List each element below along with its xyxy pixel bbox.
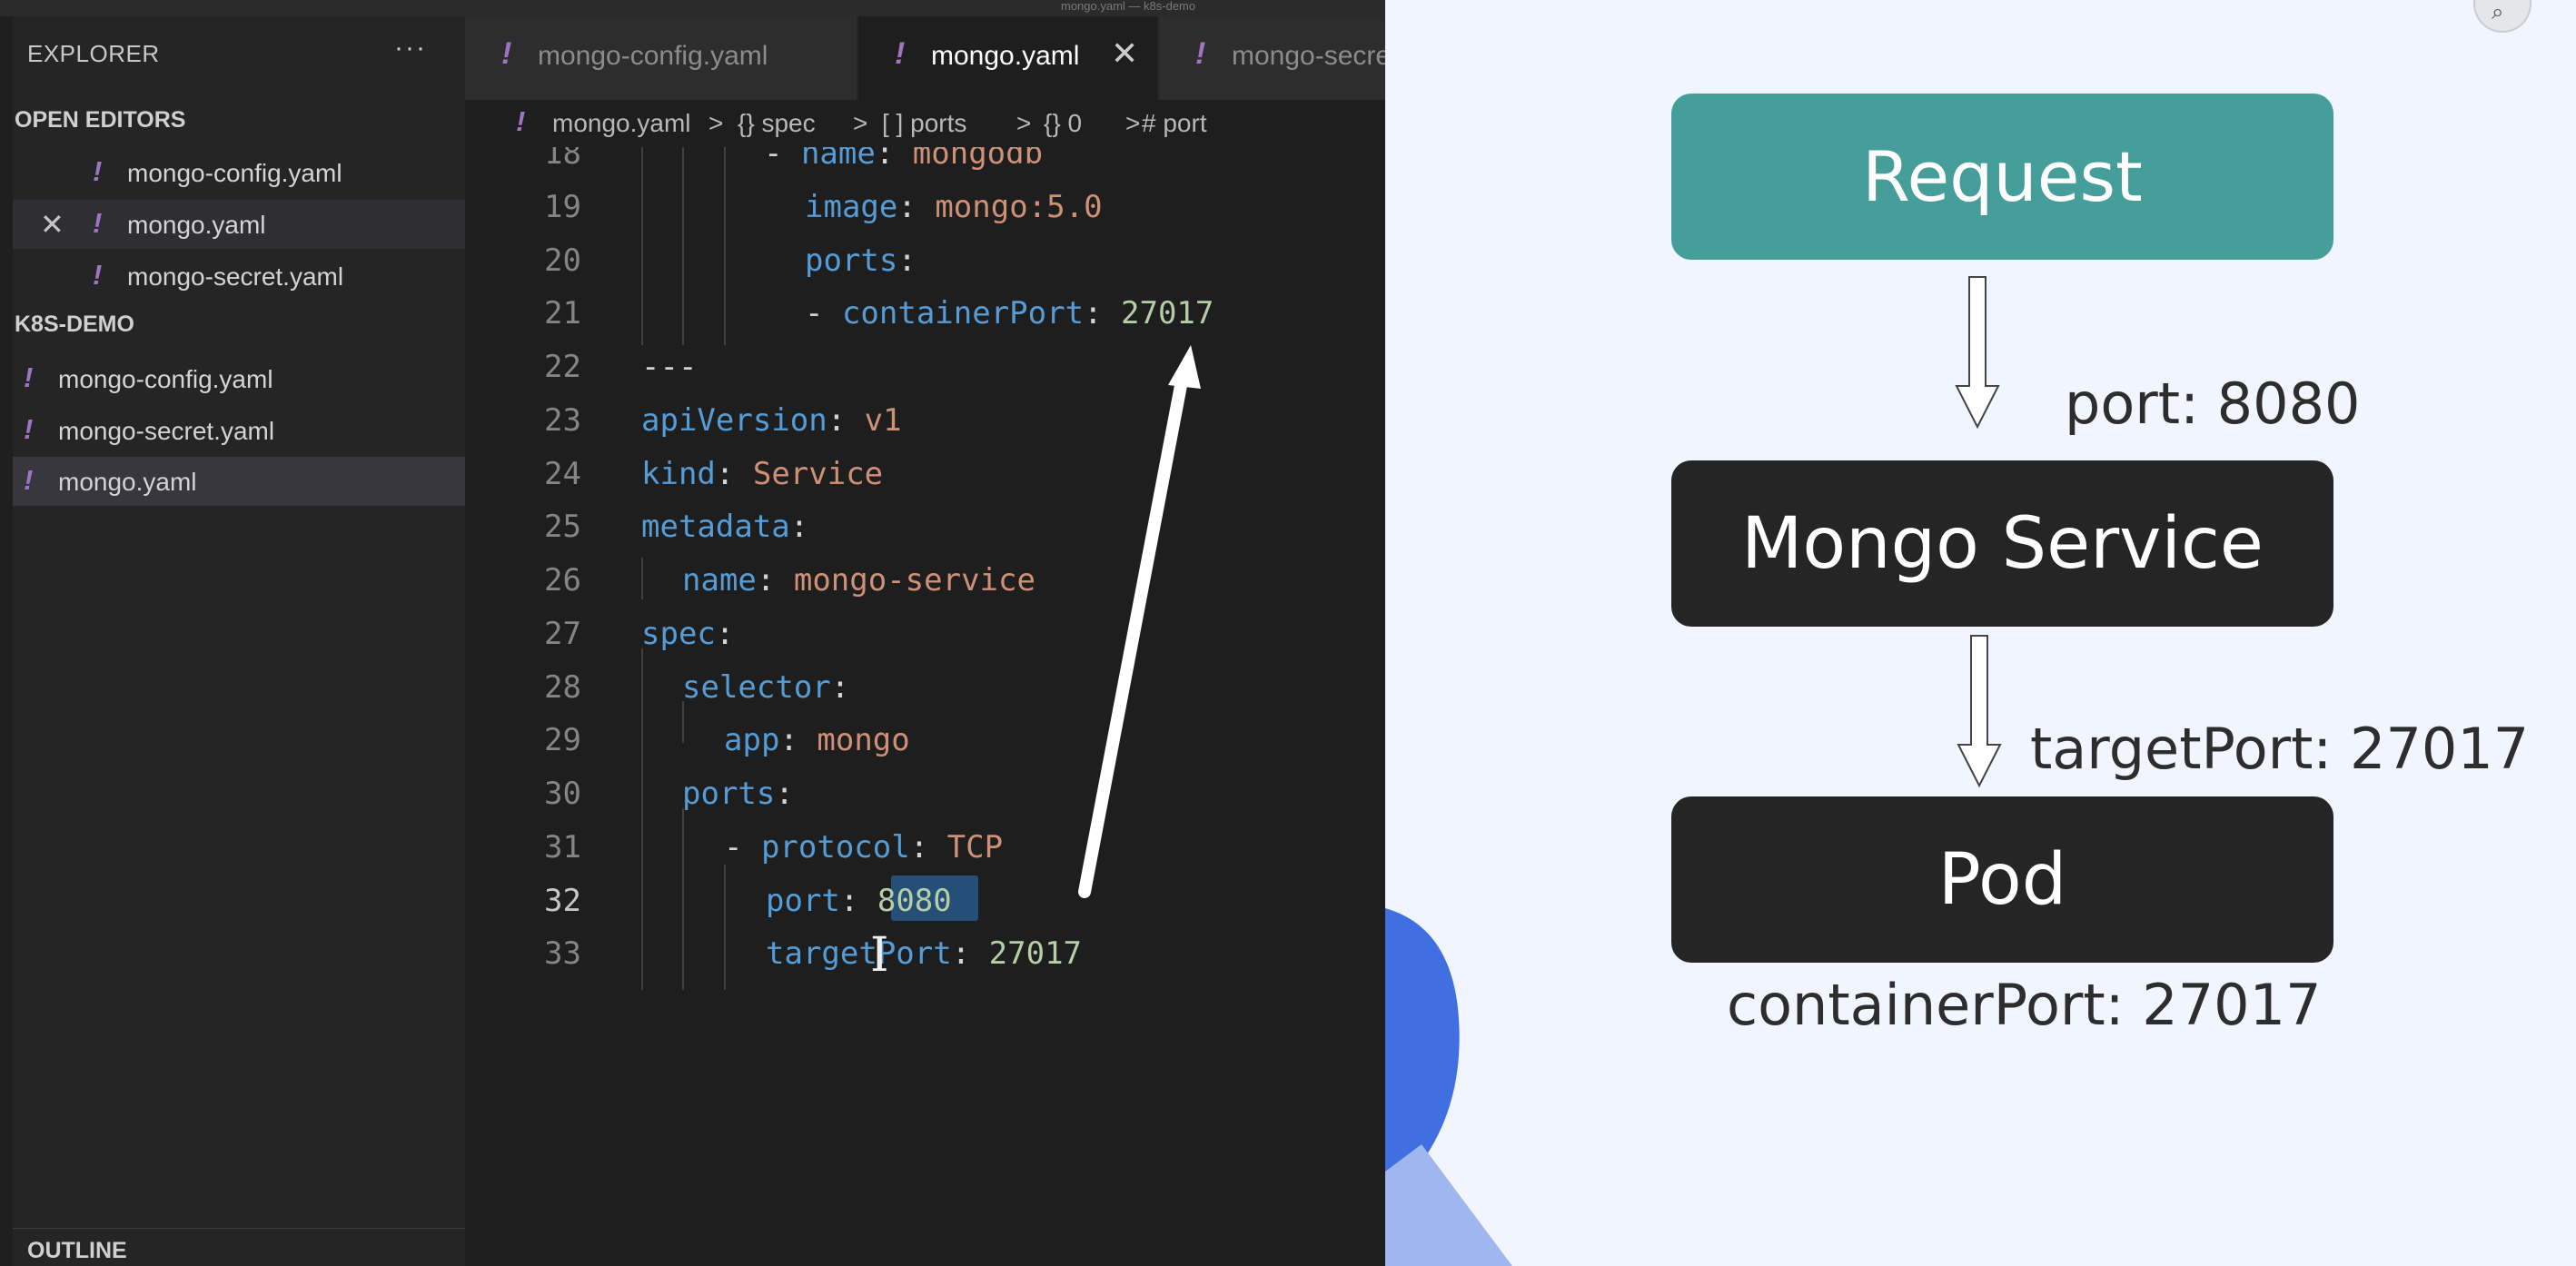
open-editor-item[interactable]: ! mongo-secret.yaml (13, 252, 465, 301)
target-port-label: targetPort: 27017 (2030, 716, 2530, 782)
outline-panel-header[interactable]: OUTLINE (13, 1228, 465, 1266)
chevron-right-icon: > (1125, 109, 1141, 137)
breadcrumb-item[interactable]: # port (1142, 109, 1207, 138)
open-editor-label: mongo.yaml (127, 211, 266, 239)
close-icon[interactable]: ✕ (40, 207, 64, 242)
breadcrumb: ! mongo.yaml > {} spec > [ ] ports > {} … (465, 100, 1385, 147)
annotation-arrow (1078, 345, 1201, 898)
yaml-file-icon: ! (1195, 36, 1206, 71)
request-box: Request (1671, 94, 2333, 260)
explorer-title: EXPLORER (27, 40, 160, 67)
tab-mongo-secret[interactable]: ! mongo-secret.yaml (1159, 16, 1385, 100)
tab-label: mongo.yaml (931, 41, 1080, 71)
chevron-right-icon: > (1016, 109, 1032, 137)
open-editor-item[interactable]: ✕ ! mongo.yaml (13, 200, 465, 249)
yaml-file-icon: ! (93, 207, 103, 239)
file-tree-label: mongo-config.yaml (58, 365, 273, 393)
container-port-label: containerPort: 27017 (1727, 972, 2322, 1038)
tab-bar: ! mongo-config.yaml ! mongo.yaml ✕ ! mon… (465, 16, 1385, 100)
file-tree-label: mongo.yaml (58, 468, 197, 496)
breadcrumb-item[interactable]: [ ] ports (882, 109, 966, 138)
tab-label: mongo-config.yaml (538, 41, 768, 71)
pod-box: Pod (1671, 796, 2333, 963)
activity-bar (0, 16, 13, 1266)
window-title: mongo.yaml — k8s-demo (1061, 0, 1196, 13)
file-tree-item[interactable]: ! mongo-config.yaml (13, 354, 465, 403)
more-actions-icon[interactable]: ··· (394, 33, 427, 64)
open-editors-header[interactable]: OPEN EDITORS (15, 107, 185, 134)
project-folder-header[interactable]: K8S-DEMO (15, 312, 134, 338)
open-editor-label: mongo-config.yaml (127, 159, 342, 187)
yaml-file-icon: ! (516, 105, 526, 137)
yaml-file-icon: ! (24, 413, 34, 445)
file-tree-item[interactable]: ! mongo-secret.yaml (13, 406, 465, 455)
title-bar: mongo.yaml — k8s-demo (0, 0, 1385, 16)
pod-label: Pod (1937, 838, 2067, 921)
yaml-file-icon: ! (24, 464, 34, 496)
yaml-file-icon: ! (501, 36, 512, 71)
yaml-file-icon: ! (93, 259, 103, 291)
file-tree-label: mongo-secret.yaml (58, 417, 275, 445)
tab-mongo-config[interactable]: ! mongo-config.yaml (465, 16, 857, 100)
port-label: port: 8080 (2065, 371, 2361, 437)
breadcrumb-item[interactable]: {} 0 (1044, 109, 1082, 138)
open-editor-item[interactable]: ! mongo-config.yaml (13, 148, 465, 197)
code-editor-window: mongo.yaml — k8s-demo EXPLORER ··· OPEN … (0, 0, 1385, 1266)
chevron-right-icon: > (708, 109, 724, 137)
yaml-file-icon: ! (895, 36, 906, 71)
mongo-service-box: Mongo Service (1671, 460, 2333, 627)
service-label: Mongo Service (1741, 502, 2264, 585)
yaml-file-icon: ! (24, 361, 34, 393)
breadcrumb-item[interactable]: mongo.yaml (552, 109, 691, 138)
code-editor[interactable]: 18 19 20 21 22 23 24 25 26 27 28 29 30 3… (465, 147, 1385, 1266)
tab-label: mongo-secret.yaml (1232, 41, 1385, 71)
chevron-right-icon: > (853, 109, 868, 137)
yaml-file-icon: ! (93, 155, 103, 187)
close-icon[interactable]: ✕ (1111, 35, 1138, 73)
request-label: Request (1862, 136, 2143, 217)
open-editor-label: mongo-secret.yaml (127, 262, 344, 291)
breadcrumb-item[interactable]: {} spec (738, 109, 816, 138)
file-tree-item[interactable]: ! mongo.yaml (13, 457, 465, 506)
diagram-slide: ⌕ Request port: 8080 Mongo Service targe… (1385, 0, 2576, 1266)
tab-mongo[interactable]: ! mongo.yaml ✕ (858, 16, 1158, 100)
outline-label: OUTLINE (27, 1238, 127, 1263)
